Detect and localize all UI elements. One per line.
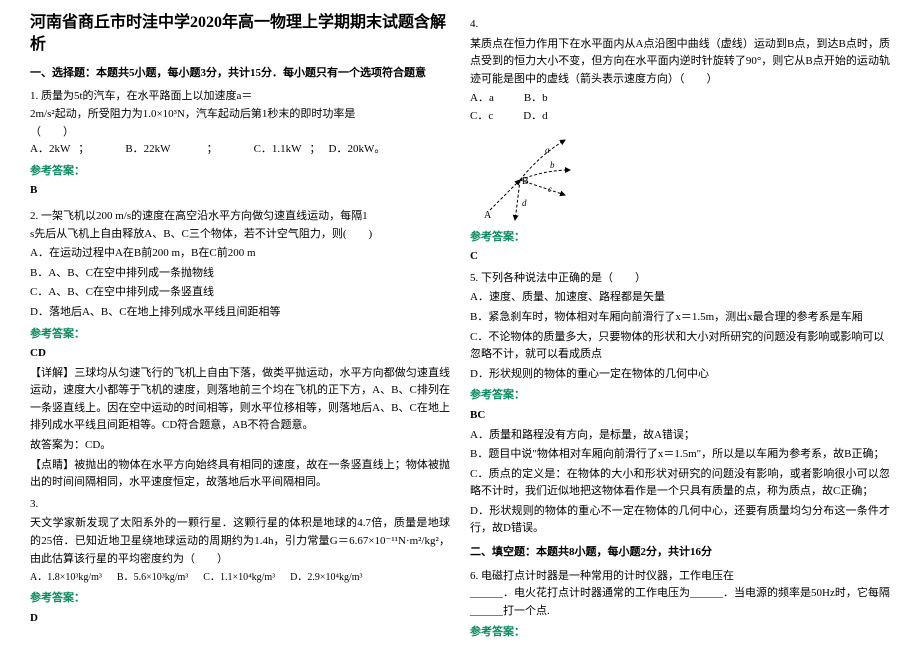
section-1-header: 一、选择题：本题共5小题，每小题3分，共计15分．每小题只有一个选项符合题意 [30,65,450,83]
question-1: 1. 质量为5t的汽车，在水平路面上以加速度a＝ 2m/s²起动，所受阻力为1.… [30,88,450,200]
question-6: 6. 电磁打点计时器是一种常用的计时仪器，工作电压在 ______．电火花打点计… [470,568,890,642]
q1-bracket: （ ） [30,124,450,142]
answer-label-2: 参考答案： [30,326,450,344]
q5-expB: B．题目中说"物体相对车厢向前滑行了x＝1.5m"，所以是以车厢为参考系，故B正… [470,446,890,464]
label-B: B [522,176,529,187]
q1-answer: B [30,182,450,200]
label-A: A [484,210,492,221]
question-5: 5. 下列各种说法中正确的是（ ） A．速度、质量、加速度、路程都是矢量 B．紧… [470,270,890,538]
q1-optA: A．2kW [30,141,70,159]
q2-optA: A．在运动过程中A在B前200 m，B在C前200 m [30,245,450,263]
q4-options-cd: C．c D．d [470,108,890,126]
section-2-header: 二、填空题：本题共8小题，每小题2分，共计16分 [470,544,890,562]
q4-text: 某质点在恒力作用下在水平面内从A点沿图中曲线（虚线）运动到B点，到达B点时，质点… [470,36,890,89]
q3-optC: C．1.1×10⁴kg/m³ [203,570,275,586]
q2-optC: C．A、B、C在空中排列成一条竖直线 [30,284,450,302]
q3-optD: D．2.9×10⁴kg/m³ [290,570,362,586]
q1-col1: ； [78,141,89,159]
answer-label-4: 参考答案： [470,229,890,247]
answer-label-6: 参考答案： [470,624,890,642]
answer-label-3: 参考答案： [30,590,450,608]
q1-options: A．2kW ； B．22kW ； C．1.1kW ； D．20kW。 [30,141,450,159]
right-column: 4. 某质点在恒力作用下在水平面内从A点沿图中曲线（虚线）运动到B点，到达B点时… [460,12,900,639]
q2-answer: CD [30,345,450,363]
q4-options-ab: A．a B．b [470,90,890,108]
q5-expA: A．质量和路程没有方向，是标量，故A错误； [470,427,890,445]
label-a: a [545,145,550,155]
q3-options: A．1.8×10³kg/m³ B．5.6×10³kg/m³ C．1.1×10⁴k… [30,570,450,586]
label-d: d [522,198,527,208]
label-b: b [550,160,555,170]
q1-line2: 2m/s²起动，所受阻力为1.0×10³N，汽车起动后第1秒末的即时功率是 [30,106,450,124]
q4-optC: C．c [470,108,493,126]
q6-text: 6. 电磁打点计时器是一种常用的计时仪器，工作电压在 [470,570,734,582]
q1-text: 1. 质量为5t的汽车，在水平路面上以加速度a＝ [30,88,450,106]
document-title: 河南省商丘市时洼中学2020年高一物理上学期期末试题含解析 [30,12,450,57]
q5-text: 5. 下列各种说法中正确的是（ ） [470,270,890,288]
question-4: 4. 某质点在恒力作用下在水平面内从A点沿图中曲线（虚线）运动到B点，到达B点时… [470,16,890,266]
q1-optB: B．22kW [125,141,170,159]
q2-text: 2. 一架飞机以200 m/s的速度在高空沿水平方向做匀速直线运动，每隔1 [30,208,450,226]
q2-exp2: 故答案为：CD。 [30,437,450,455]
q4-optD: D．d [523,108,547,126]
answer-label-5: 参考答案： [470,387,890,405]
diagram-svg: A B a b c d [470,130,580,225]
q2-optD: D．落地后A、B、C在地上排列成水平线且间距相等 [30,304,450,322]
q2-line2: s先后从飞机上自由释放A、B、C三个物体，若不计空气阻力，则( ) [30,226,450,244]
q2-optB: B．A、B、C在空中排列成一条抛物线 [30,265,450,283]
q5-optA: A．速度、质量、加速度、路程都是矢量 [470,289,890,307]
trajectory-diagram: A B a b c d [470,130,580,225]
q5-optB: B．紧急刹车时，物体相对车厢向前滑行了x＝1.5m，测出x最合理的参考系是车厢 [470,309,890,327]
q1-optD: D．20kW。 [329,141,386,159]
q5-answer: BC [470,407,890,425]
q4-num: 4. [470,16,890,34]
q1-sep: ； [310,141,321,159]
q5-optC: C．不论物体的质量多大，只要物体的形状和大小对所研究的问题没有影响或影响可以忽略… [470,329,890,364]
q3-num: 3. [30,496,450,514]
q1-optC: C．1.1kW [254,141,302,159]
q4-optB: B．b [524,90,548,108]
q5-expD: D．形状规则的物体的重心不一定在物体的几何中心，还要有质量均匀分布这一条件才行，… [470,503,890,538]
q2-exp3: 【点睛】被抛出的物体在水平方向始终具有相同的速度，故在一条竖直线上；物体被抛出的… [30,457,450,492]
q4-answer: C [470,248,890,266]
q3-text: 天文学家新发现了太阳系外的一颗行星．这颗行星的体积是地球的4.7倍，质量是地球的… [30,515,450,568]
q3-answer: D [30,610,450,628]
q6-text2: ______．电火花打点计时器通常的工作电压为______．当电源的频率是50H… [470,585,890,620]
label-c: c [548,184,552,194]
q5-optD: D．形状规则的物体的重心一定在物体的几何中心 [470,366,890,384]
left-column: 河南省商丘市时洼中学2020年高一物理上学期期末试题含解析 一、选择题：本题共5… [20,12,460,639]
answer-label: 参考答案： [30,163,450,181]
question-2: 2. 一架飞机以200 m/s的速度在高空沿水平方向做匀速直线运动，每隔1 s先… [30,208,450,492]
q3-optA: A．1.8×10³kg/m³ [30,570,102,586]
q1-col2: ； [207,141,218,159]
q3-optB: B．5.6×10³kg/m³ [117,570,188,586]
q2-exp1: 【详解】三球均从匀速飞行的飞机上自由下落，做类平抛运动，水平方向都做匀速直线运动… [30,365,450,435]
q4-optA: A．a [470,90,494,108]
question-3: 3. 天文学家新发现了太阳系外的一颗行星．这颗行星的体积是地球的4.7倍，质量是… [30,496,450,628]
q5-expC: C．质点的定义是：在物体的大小和形状对研究的问题没有影响，或者影响很小可以忽略不… [470,466,890,501]
